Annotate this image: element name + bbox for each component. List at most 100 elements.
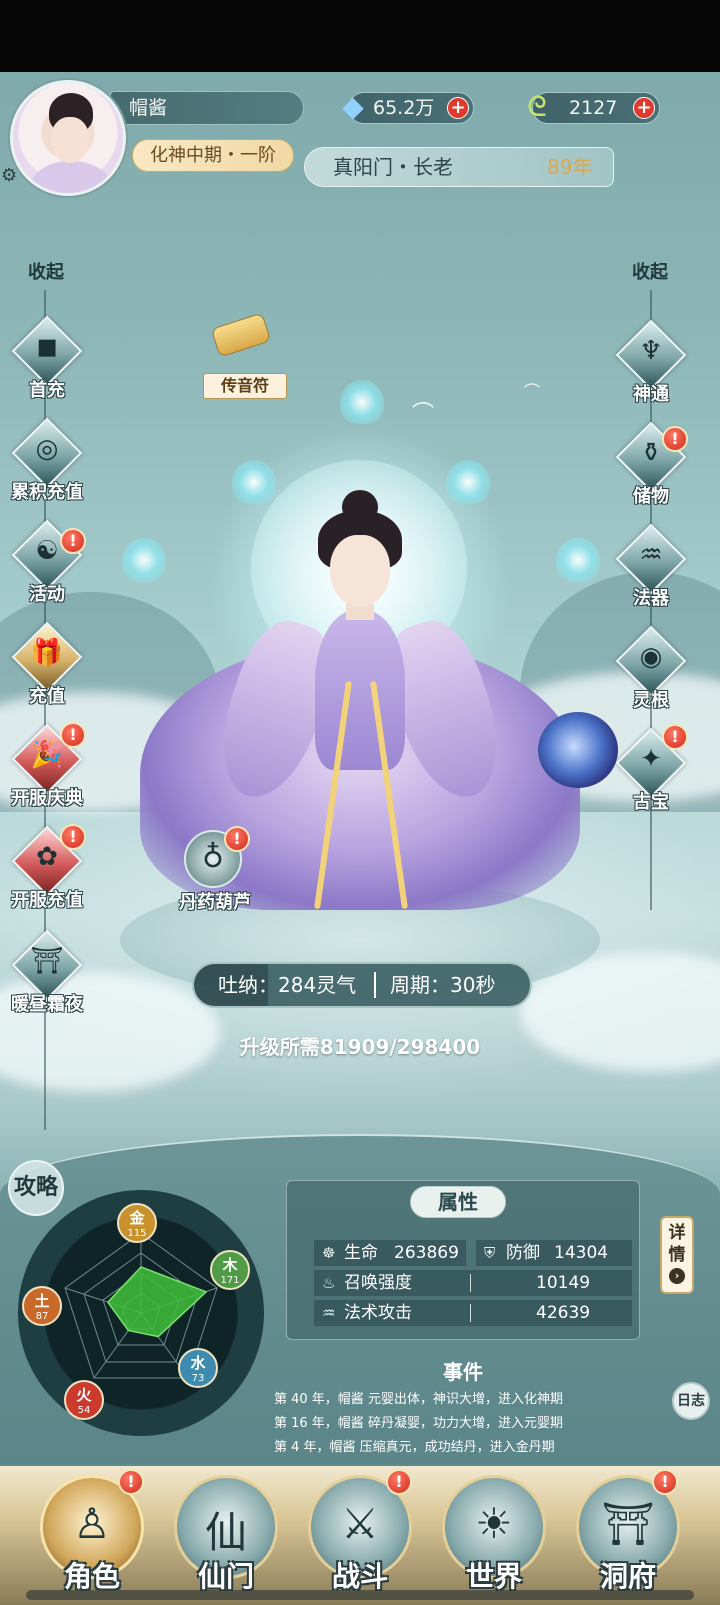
attr-defense: ⛨ 防御 14304 (476, 1240, 632, 1266)
log-button[interactable]: 日志 (672, 1382, 710, 1420)
add-spirit-stone-button[interactable]: + (447, 97, 469, 119)
swirl-icon: ◉ (639, 642, 663, 672)
detail-label: 详情 (668, 1223, 686, 1265)
tab-label: 洞府 (599, 1560, 656, 1593)
pavilion-icon: ⛩ (601, 1499, 655, 1548)
nav-label: 暖昼霜夜 (11, 994, 83, 1015)
realm-badge: 化神中期・一阶 (132, 139, 294, 172)
spirit-wisp (340, 380, 384, 424)
element-wood: 木 171 (210, 1250, 250, 1290)
sect-name: 真阳门・长老 (333, 155, 453, 179)
heart-swirl-icon: ☸ (322, 1244, 336, 1262)
spirit-stone-value: 65.2万 (373, 97, 435, 119)
detail-button[interactable]: 详情 › (660, 1216, 694, 1294)
element-earth: 土 87 (22, 1286, 62, 1326)
attr-value: 10149 (536, 1273, 591, 1293)
attr-label: 召唤强度 (344, 1273, 412, 1293)
left-collapse-button[interactable]: 收起 (16, 258, 76, 284)
element-radar-shape (106, 1266, 208, 1338)
alert-badge: ! (60, 722, 86, 748)
attr-value: 42639 (536, 1303, 591, 1323)
bird-icon: ⌒ (524, 382, 541, 401)
element-water: 水 73 (178, 1348, 218, 1388)
add-jade-button[interactable]: + (633, 97, 655, 119)
right-collapse-button[interactable]: 收起 (620, 258, 680, 284)
tab-label: 世界 (465, 1560, 522, 1593)
cycle-time: 周期：30秒 (390, 973, 496, 997)
message-scroll-label[interactable]: 传音符 (203, 373, 287, 399)
nav-label: 活动 (29, 584, 65, 605)
tab-battle[interactable]: ⚔ 战斗 ! (308, 1469, 412, 1595)
nav-events[interactable]: ☯ 活动 ! (4, 519, 90, 620)
message-scroll-icon[interactable] (210, 312, 272, 358)
jade-value: 2127 (569, 97, 618, 119)
nav-warm-day-frost-night[interactable]: ⛩ 暖昼霜夜 (4, 929, 90, 1030)
status-bar (0, 0, 720, 72)
alert-badge: ! (118, 1469, 144, 1495)
banner-icon: 仙 (204, 1508, 247, 1557)
nav-first-recharge[interactable]: ◼ 首充 (4, 315, 90, 416)
cultivation-age: 89年 (547, 155, 593, 179)
alert-badge: ! (662, 724, 688, 750)
nav-server-recharge[interactable]: ✿ 开服充值 ! (4, 824, 90, 926)
alert-badge: ! (224, 826, 250, 852)
event-line: 第 40 年，帽酱 元婴出体，神识大增，进入化神期 (274, 1392, 563, 1407)
nav-artifact[interactable]: ♒ 法器 (608, 523, 694, 624)
gear-icon[interactable]: ⚙ (1, 165, 17, 186)
nav-server-celebration[interactable]: 🎉 开服庆典 ! (4, 722, 90, 824)
attr-value: 14304 (554, 1243, 609, 1263)
attribute-title: 属性 (410, 1186, 506, 1218)
cloud-swirl-icon: ♒ (639, 540, 663, 570)
ancient-treasure-orb[interactable] (538, 712, 618, 788)
nav-ancient-treasure[interactable]: ✦ 古宝 ! (608, 724, 694, 828)
nav-label: 灵根 (633, 690, 669, 711)
cultivation-cycle-bar: 吐纳：284灵气 周期：30秒 (192, 962, 532, 1008)
alert-badge: ! (662, 426, 688, 452)
trident-icon: ♆ (639, 336, 663, 366)
tab-character[interactable]: ♙ 角色 ! (40, 1469, 144, 1595)
gourd-label: 丹药葫芦 (179, 892, 251, 913)
attr-summon: ♨ 召唤强度 10149 (314, 1270, 632, 1296)
square-coin-icon: ◼ (36, 332, 58, 362)
sword-icon: ⚔ (341, 1499, 379, 1548)
alert-badge: ! (60, 824, 86, 850)
tab-sect[interactable]: 仙 仙门 (174, 1475, 278, 1595)
event-line: 第 16 年，帽酱 碎丹凝婴，功力大增，进入元婴期 (274, 1416, 563, 1431)
player-name: 帽酱 (110, 91, 304, 125)
tab-label: 角色 (63, 1560, 120, 1593)
character-icon: ♙ (73, 1499, 111, 1548)
bird-icon: ⌒ (412, 402, 435, 427)
tab-world[interactable]: ☀ 世界 (442, 1475, 546, 1595)
nav-label: 开服庆典 (11, 788, 83, 809)
home-indicator (26, 1590, 694, 1600)
nav-label: 法器 (633, 588, 669, 609)
shield-icon: ⛨ (484, 1244, 496, 1262)
tab-label: 战斗 (331, 1560, 388, 1593)
player-avatar[interactable] (10, 80, 126, 196)
tab-label: 仙门 (197, 1560, 254, 1593)
gift-icon: 🎁 (30, 638, 64, 668)
attr-spell-attack: ♒ 法术攻击 42639 (314, 1300, 632, 1326)
nav-label: 首充 (29, 380, 65, 401)
attr-hp: ☸ 生命 263869 (314, 1240, 466, 1266)
attr-value: 263869 (394, 1243, 459, 1263)
element-fire: 火 54 (64, 1380, 104, 1420)
nav-label: 充值 (29, 686, 65, 707)
nav-divine-skill[interactable]: ♆ 神通 (608, 319, 694, 420)
events-title: 事件 (443, 1360, 483, 1384)
nav-label: 神通 (633, 384, 669, 405)
alert-badge: ! (652, 1469, 678, 1495)
alert-badge: ! (386, 1469, 412, 1495)
spirit-stone-counter: ◆ 65.2万 + (342, 92, 474, 124)
attr-label: 生命 (344, 1243, 378, 1263)
compass-star-icon: ✦ (640, 744, 662, 774)
tab-cave-dwelling[interactable]: ⛩ 洞府 ! (576, 1469, 680, 1595)
element-metal: 金 115 (117, 1203, 157, 1243)
spell-swirl-icon: ♒ (322, 1304, 336, 1322)
nav-recharge[interactable]: 🎁 充值 (4, 621, 90, 722)
sect-bar[interactable]: 真阳门・长老 89年 (304, 147, 614, 187)
gourd-button[interactable]: ♁ ! (184, 826, 250, 888)
nav-spirit-root[interactable]: ◉ 灵根 (608, 625, 694, 726)
nav-cumulative-recharge[interactable]: ◎ 累积充值 (4, 417, 90, 518)
nav-storage[interactable]: ⚱ 储物 ! (608, 421, 694, 522)
